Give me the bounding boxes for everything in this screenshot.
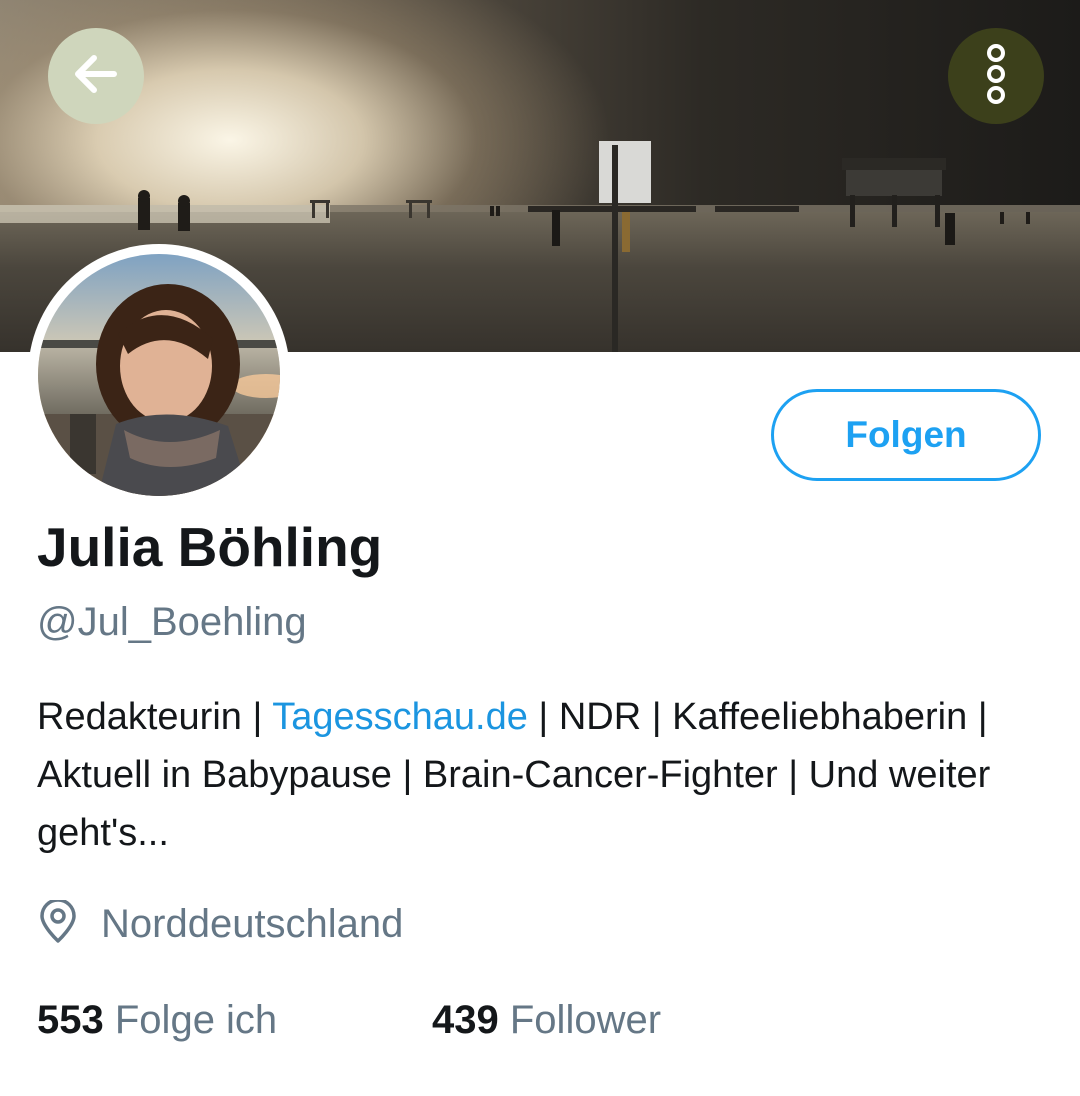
avatar-photo bbox=[38, 254, 280, 496]
more-vertical-icon bbox=[981, 42, 1011, 111]
profile-bio: Redakteurin | Tagesschau.de | NDR | Kaff… bbox=[37, 688, 1047, 862]
bio-link-tagesschau[interactable]: Tagesschau.de bbox=[272, 696, 528, 738]
following-label: Folge ich bbox=[114, 998, 278, 1042]
profile-handle: @Jul_Boehling bbox=[37, 600, 307, 644]
bio-text-start: Redakteurin | bbox=[37, 696, 273, 738]
profile-name: Julia Böhling bbox=[37, 516, 383, 578]
following-stat[interactable]: 553 Folge ich bbox=[37, 998, 277, 1043]
following-count: 553 bbox=[37, 998, 104, 1042]
profile-location: Norddeutschland bbox=[37, 898, 404, 949]
location-text: Norddeutschland bbox=[101, 902, 404, 946]
avatar[interactable] bbox=[28, 244, 290, 506]
followers-count: 439 bbox=[432, 998, 499, 1042]
back-button[interactable] bbox=[48, 28, 144, 124]
followers-label: Follower bbox=[509, 998, 662, 1042]
location-pin-icon bbox=[37, 898, 79, 949]
arrow-left-icon bbox=[68, 46, 124, 107]
more-options-button[interactable] bbox=[948, 28, 1044, 124]
follow-button[interactable]: Folgen bbox=[771, 389, 1041, 481]
followers-stat[interactable]: 439 Follower bbox=[432, 998, 661, 1043]
